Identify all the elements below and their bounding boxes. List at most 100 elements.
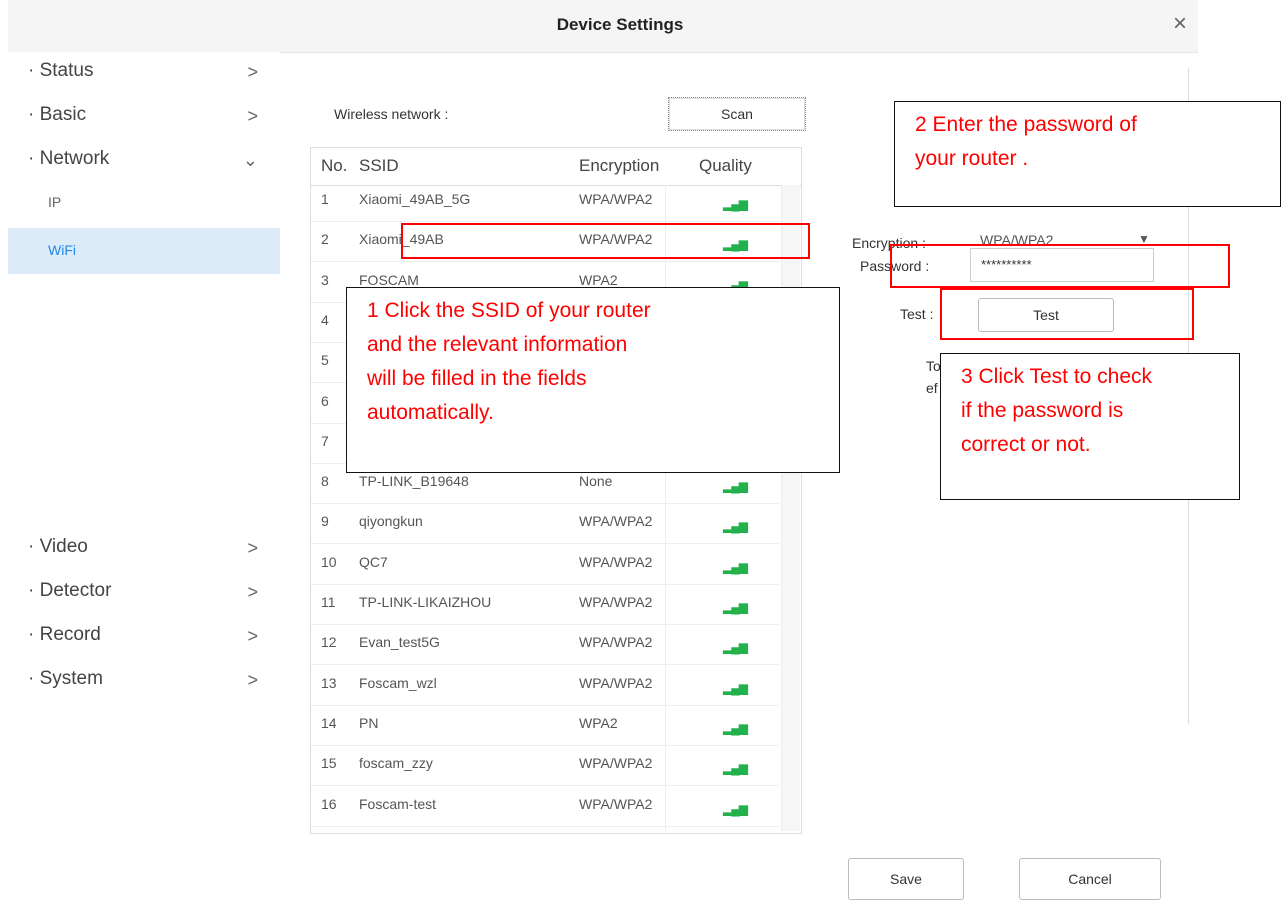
row-encryption: None	[579, 473, 613, 490]
sidebar-item-label: · Record	[28, 624, 101, 645]
row-ssid: Evan_test5G	[359, 634, 440, 651]
chevron-right-icon: >	[247, 106, 258, 126]
dialog-title: Device Settings	[556, 15, 684, 34]
chevron-down-icon: ⌄	[242, 150, 258, 170]
row-number: 16	[321, 795, 337, 812]
row-number: 10	[321, 553, 337, 570]
cancel-button[interactable]: Cancel	[1019, 858, 1161, 900]
signal-quality-icon: ▂▄▆	[723, 559, 748, 574]
sidebar-item-system[interactable]: · System >	[28, 668, 268, 698]
row-ssid: qiyongkun	[359, 513, 423, 530]
row-ssid: Foscam_wzl	[359, 674, 437, 691]
sidebar-item-record[interactable]: · Record >	[28, 624, 268, 654]
sidebar-sub-wifi[interactable]: WiFi	[8, 228, 280, 274]
sidebar-item-detector[interactable]: · Detector >	[28, 580, 268, 610]
sidebar-item-basic[interactable]: · Basic >	[28, 104, 268, 134]
signal-quality-icon: ▂▄▆	[723, 197, 748, 211]
chevron-right-icon: >	[247, 538, 258, 558]
row-ssid: FOSCAM	[359, 271, 419, 288]
table-row[interactable]: 10 QC7 WPA/WPA2 ▂▄▆	[311, 548, 779, 585]
row-number: 9	[321, 513, 329, 530]
annotation-line: automatically.	[367, 401, 494, 424]
table-header: No. SSID Encryption Quality	[311, 148, 801, 186]
sidebar-sub-ip[interactable]: IP	[8, 180, 280, 226]
row-ssid: foscam_zzy	[359, 755, 433, 772]
signal-quality-icon: ▂▄▆	[723, 640, 748, 655]
ssid-highlight-box	[401, 223, 810, 259]
row-encryption: WPA/WPA2	[579, 674, 653, 691]
sidebar-item-label: · Detector	[28, 580, 112, 601]
row-number: 8	[321, 473, 329, 490]
table-row[interactable]: 1 Xiaomi_49AB_5G WPA/WPA2 ▂▄▆	[311, 185, 779, 222]
sidebar-item-label: · Basic	[28, 104, 87, 125]
row-encryption: WPA/WPA2	[579, 513, 653, 530]
annotation-line: 1 Click the SSID of your router	[367, 299, 651, 322]
annotation-callout-2: 2 Enter the password of your router .	[894, 101, 1281, 207]
row-encryption: WPA/WPA2	[579, 795, 653, 812]
annotation-callout-3: 3 Click Test to check if the password is…	[940, 353, 1240, 500]
annotation-callout-1: 1 Click the SSID of your router and the …	[346, 287, 840, 473]
row-encryption: WPA/WPA2	[579, 755, 653, 772]
row-encryption: WPA2	[579, 271, 618, 288]
sidebar-item-video[interactable]: · Video >	[28, 536, 268, 566]
row-ssid: TP-LINK-LIKAIZHOU	[359, 594, 492, 610]
wireless-network-label: Wireless network :	[334, 106, 449, 122]
table-row[interactable]: 11 TP-LINK-LIKAIZHOU WPA/WPA2 ▂▄▆	[311, 588, 779, 625]
sidebar-item-label: · Network	[28, 148, 110, 169]
test-highlight-box	[940, 288, 1194, 340]
row-number: 4	[321, 311, 329, 328]
sidebar-sub-label: IP	[48, 194, 62, 210]
row-number: 13	[321, 674, 337, 691]
row-encryption: WPA/WPA2	[579, 191, 653, 207]
signal-quality-icon: ▂▄▆	[723, 600, 748, 614]
row-ssid: QC7	[359, 553, 388, 570]
table-row[interactable]: 16 Foscam-test WPA/WPA2 ▂▄▆	[311, 790, 779, 827]
chevron-right-icon: >	[247, 626, 258, 646]
annotation-line: will be filled in the fields	[367, 367, 587, 390]
table-row[interactable]: 12 Evan_test5G WPA/WPA2 ▂▄▆	[311, 628, 779, 666]
annotation-line: if the password is	[961, 399, 1124, 422]
chevron-right-icon: >	[247, 582, 258, 602]
row-encryption: WPA/WPA2	[579, 634, 653, 651]
annotation-line: correct or not.	[961, 433, 1091, 456]
row-number: 14	[321, 714, 337, 731]
table-row[interactable]: 15 foscam_zzy WPA/WPA2 ▂▄▆	[311, 749, 779, 787]
signal-quality-icon: ▂▄▆	[723, 801, 748, 816]
sidebar: · Status > · Basic > · Network ⌄ IP WiFi…	[8, 52, 280, 897]
sidebar-item-label: · System	[28, 668, 103, 689]
scan-button[interactable]: Scan	[668, 97, 806, 131]
row-number: 11	[321, 594, 336, 610]
table-row[interactable]: 14 PN WPA2 ▂▄▆	[311, 709, 779, 746]
password-highlight-box	[890, 244, 1230, 288]
chevron-right-icon: >	[247, 670, 258, 690]
col-quality: Quality	[699, 156, 752, 175]
row-ssid: Foscam-test	[359, 795, 437, 812]
row-encryption: WPA/WPA2	[579, 594, 653, 610]
row-number: 3	[321, 271, 329, 288]
sidebar-item-label: · Video	[28, 536, 88, 557]
row-number: 5	[321, 352, 329, 369]
sidebar-item-label: · Status	[28, 60, 94, 81]
annotation-line: your router .	[915, 147, 1029, 170]
row-encryption: WPA/WPA2	[579, 553, 653, 570]
col-ssid: SSID	[359, 156, 399, 175]
sidebar-item-status[interactable]: · Status >	[28, 60, 268, 90]
row-number: 2	[321, 231, 329, 248]
note-text-partial: ef	[926, 380, 938, 396]
save-button[interactable]: Save	[848, 858, 964, 900]
table-row[interactable]: 13 Foscam_wzl WPA/WPA2 ▂▄▆	[311, 669, 779, 706]
scrollbar[interactable]	[781, 185, 800, 831]
annotation-line: 2 Enter the password of	[915, 113, 1137, 136]
row-number: 7	[321, 432, 329, 449]
close-icon[interactable]: ×	[1168, 12, 1192, 36]
annotation-line: 3 Click Test to check	[961, 365, 1153, 388]
signal-quality-icon: ▂▄▆	[723, 761, 748, 776]
col-no: No.	[321, 156, 348, 175]
row-encryption: WPA2	[579, 714, 618, 731]
sidebar-item-network[interactable]: · Network ⌄	[28, 148, 268, 178]
table-row[interactable]: 9 qiyongkun WPA/WPA2 ▂▄▆	[311, 507, 779, 545]
row-ssid: Xiaomi_49AB_5G	[359, 191, 471, 207]
sidebar-sub-label: WiFi	[48, 242, 76, 258]
test-label: Test :	[900, 306, 934, 322]
row-number: 6	[321, 392, 329, 409]
